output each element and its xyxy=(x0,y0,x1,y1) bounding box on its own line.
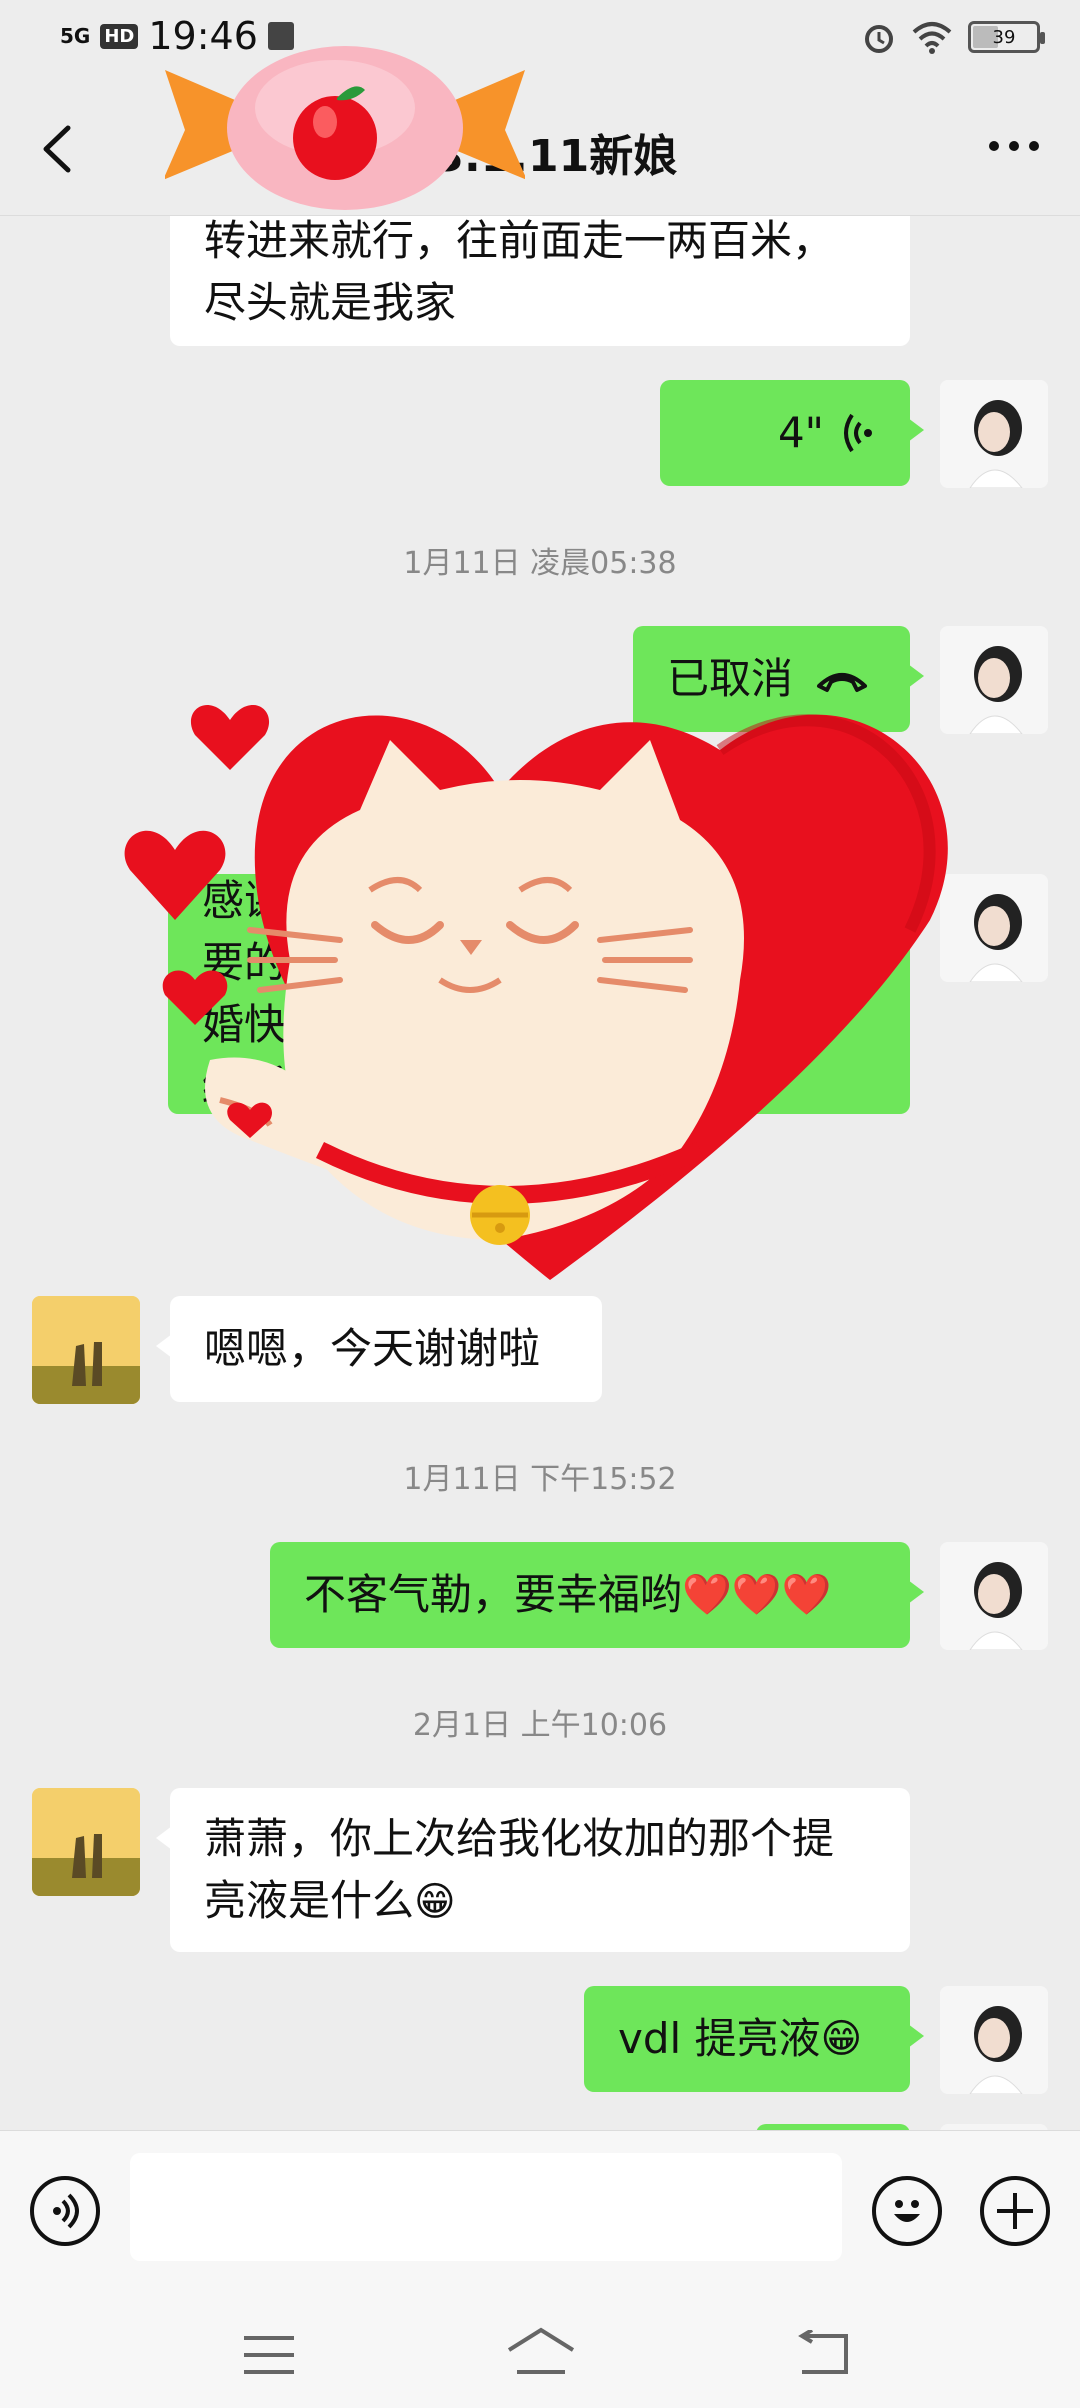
more-dots-icon[interactable] xyxy=(984,126,1044,166)
avatar-self[interactable] xyxy=(940,874,1048,982)
candy-sticker xyxy=(165,46,525,210)
input-bar xyxy=(0,2130,1080,2291)
plus-icon[interactable] xyxy=(980,2176,1050,2246)
status-bar: 5G HD 19:46 39 xyxy=(0,0,1080,80)
voice-message[interactable]: 4" xyxy=(660,380,924,486)
voice-duration: 4" xyxy=(777,408,824,457)
message-incoming[interactable]: 转进来就行，往前面走一两百米， 尽头就是我家 xyxy=(170,216,910,346)
menu-icon[interactable] xyxy=(242,2334,296,2376)
chat-title: 23.1.11新娘 xyxy=(402,131,678,182)
battery-icon: 39 xyxy=(968,21,1045,53)
voice-icon[interactable] xyxy=(30,2176,100,2246)
hd-badge: HD xyxy=(100,23,139,49)
message-text: 转进来就行，往前面走一两百米， xyxy=(204,216,835,265)
message-text: 尽头就是我家 xyxy=(204,278,457,327)
grin-emoji: 😁 xyxy=(820,2016,863,2062)
smiley-icon[interactable] xyxy=(872,2176,942,2246)
message-text: 不客气勒，要幸福哟 xyxy=(304,1570,683,1619)
battery-level: 39 xyxy=(992,26,1016,48)
message-incoming[interactable]: 萧萧，你上次给我化妆加的那个提 亮液是什么😁 xyxy=(156,1788,910,1952)
grin-emoji: 😁 xyxy=(414,1878,456,1925)
timestamp: 1月11日 下午15:52 xyxy=(403,1462,677,1497)
wifi-icon xyxy=(912,22,952,54)
chat-header: 23.1.11新娘 xyxy=(0,80,1080,216)
message-outgoing[interactable]: 不客气勒，要幸福哟 ❤️❤️❤️ xyxy=(270,1542,924,1648)
system-nav-bar xyxy=(0,2290,1080,2408)
cat-heart-sticker xyxy=(124,704,948,1280)
network-indicator: 5G xyxy=(60,24,91,48)
timestamp: 1月11日 凌晨05:38 xyxy=(403,546,677,581)
alarm-icon xyxy=(865,25,893,53)
avatar-self[interactable] xyxy=(940,1542,1048,1650)
avatar-self[interactable] xyxy=(940,1986,1048,2094)
message-input[interactable] xyxy=(130,2153,842,2261)
voice-wave-icon xyxy=(844,413,872,453)
status-right: 39 xyxy=(862,20,1045,54)
home-icon[interactable] xyxy=(505,2326,577,2378)
heart-emoji: ❤️❤️❤️ xyxy=(682,1572,832,1618)
message-outgoing[interactable]: vdl 提亮液 😁 xyxy=(584,1986,924,2092)
message-text: vdl 提亮液 xyxy=(618,2014,821,2063)
avatar-contact[interactable] xyxy=(32,1788,140,1896)
avatar-self[interactable] xyxy=(940,626,1048,734)
timestamp: 2月1日 上午10:06 xyxy=(412,1708,668,1743)
avatar-self[interactable] xyxy=(940,380,1048,488)
message-text: 亮液是什么 xyxy=(204,1875,415,1925)
back-nav-icon[interactable] xyxy=(796,2330,850,2378)
message-text: 萧萧，你上次给我化妆加的那个提 xyxy=(204,1813,835,1863)
